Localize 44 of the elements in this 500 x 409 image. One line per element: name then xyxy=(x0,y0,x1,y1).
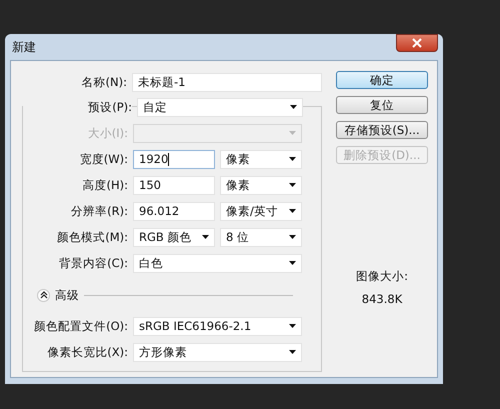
field-label: 高度(H): xyxy=(82,178,128,192)
dropdown[interactable]: 像素/英寸 xyxy=(220,202,302,220)
dropdown-arrow-icon xyxy=(202,235,209,239)
dropdown[interactable]: 自定 xyxy=(137,98,303,116)
dropdown[interactable]: 白色 xyxy=(133,254,302,272)
dialog-button[interactable]: 确定 xyxy=(336,71,428,89)
dropdown[interactable]: RGB 颜色 xyxy=(133,228,215,246)
close-button[interactable] xyxy=(396,34,438,52)
field-label: 大小(I): xyxy=(86,126,128,140)
field-label: 分辨率(R): xyxy=(70,204,128,218)
dropdown-arrow-icon xyxy=(289,235,296,239)
dropdown[interactable]: 像素 xyxy=(220,176,302,194)
dropdown-arrow-icon xyxy=(289,183,296,187)
dropdown[interactable]: 像素 xyxy=(220,150,302,168)
field-label: 像素长宽比(X): xyxy=(46,344,128,360)
window-title: 新建 xyxy=(11,38,36,56)
image-size-label: 图像大小: xyxy=(356,269,408,284)
dropdown[interactable]: 方形像素 xyxy=(133,342,302,362)
input-field[interactable]: 未标题-1 xyxy=(132,72,322,92)
dropdown-arrow-icon xyxy=(289,157,296,161)
field-label: 背景内容(C): xyxy=(58,256,128,270)
dropdown-arrow-icon xyxy=(289,350,296,354)
collapse-toggle[interactable] xyxy=(37,288,50,302)
dropdown[interactable]: sRGB IEC61966-2.1 xyxy=(133,316,302,336)
input-field[interactable]: 150 xyxy=(133,176,215,194)
chevron-up-icon xyxy=(40,291,48,299)
input-field[interactable]: 96.012 xyxy=(133,202,215,220)
dropdown-arrow-icon xyxy=(289,131,296,135)
input-field[interactable]: 1920 xyxy=(133,150,215,168)
field-label: 颜色配置文件(O): xyxy=(33,318,128,334)
close-icon xyxy=(412,38,422,48)
dropdown-arrow-icon xyxy=(289,324,296,328)
image-size-value: 843.8K xyxy=(362,292,402,306)
section-label: 高级 xyxy=(55,288,79,302)
dropdown-arrow-icon xyxy=(290,105,297,109)
field-label: 颜色模式(M): xyxy=(56,230,128,244)
field-label: 名称(N): xyxy=(80,74,127,90)
dropdown-arrow-icon xyxy=(289,261,296,265)
dialog-button[interactable]: 存储预设(S)... xyxy=(336,121,428,139)
field-label: 宽度(W): xyxy=(78,152,128,166)
field-label: 预设(P): xyxy=(23,100,132,114)
dropdown-arrow-icon xyxy=(289,209,296,213)
dialog-button[interactable]: 复位 xyxy=(336,96,428,114)
dropdown[interactable]: 8 位 xyxy=(220,228,302,246)
